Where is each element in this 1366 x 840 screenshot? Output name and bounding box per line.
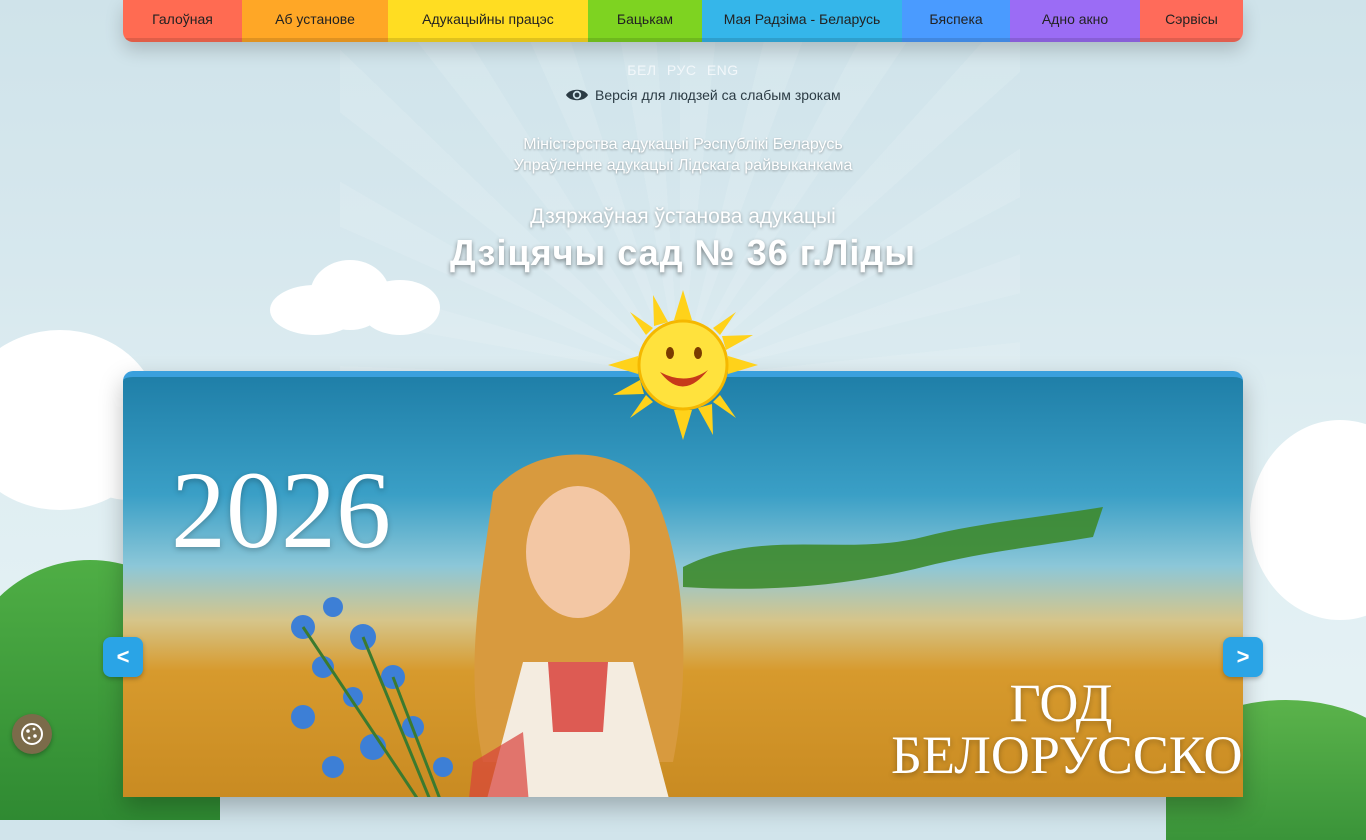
slide-year: 2026 bbox=[171, 449, 391, 571]
slide-caption: ГОД БЕЛОРУССКОЙ bbox=[891, 673, 1243, 785]
slide-caption-line: ГОД bbox=[1009, 673, 1113, 733]
cloud-decoration bbox=[360, 280, 440, 335]
nav-item-about[interactable]: Аб установе bbox=[242, 0, 388, 42]
ministry-info: Міністэрства адукацыі Рэспублікі Беларус… bbox=[0, 134, 1366, 176]
nav-item-education[interactable]: Адукацыйны працэс bbox=[388, 0, 588, 42]
slider-next-button[interactable]: > bbox=[1223, 637, 1263, 677]
nav-item-parents[interactable]: Бацькам bbox=[588, 0, 702, 42]
low-vision-link[interactable]: Версія для людзей са слабым зрокам bbox=[565, 87, 841, 103]
org-type: Дзяржаўная ўстанова адукацыі bbox=[530, 205, 836, 228]
nav-item-homeland[interactable]: Мая Радзіма - Беларусь bbox=[702, 0, 902, 42]
nav-item-safety[interactable]: Бяспека bbox=[902, 0, 1010, 42]
cookie-icon bbox=[21, 723, 43, 745]
language-switcher: БЕЛ РУС ENG bbox=[0, 62, 1366, 78]
lang-be-link[interactable]: БЕЛ bbox=[627, 62, 656, 78]
sun-mascot-icon bbox=[608, 290, 758, 440]
slide-caption-line: БЕЛОРУССКОЙ bbox=[891, 725, 1243, 785]
ribbon-decoration bbox=[683, 507, 1103, 589]
cookie-settings-button[interactable] bbox=[12, 714, 52, 754]
nav-item-services[interactable]: Сэрвісы bbox=[1140, 0, 1243, 42]
department-line: Упраўленне адукацыі Лідскага райвыканкам… bbox=[513, 157, 853, 174]
low-vision-label: Версія для людзей са слабым зрокам bbox=[595, 87, 841, 103]
nav-item-home[interactable]: Галоўная bbox=[123, 0, 242, 42]
page-title: Дзіцячы сад № 36 г.Ліды bbox=[450, 232, 916, 273]
nav-item-one-window[interactable]: Адно акно bbox=[1010, 0, 1140, 42]
eye-icon bbox=[566, 89, 588, 101]
slide-illustration-flowers bbox=[291, 597, 453, 797]
main-nav: Галоўная Аб установе Адукацыйны працэс Б… bbox=[123, 0, 1243, 42]
lang-ru-link[interactable]: РУС bbox=[667, 62, 697, 78]
ministry-line: Міністэрства адукацыі Рэспублікі Беларус… bbox=[523, 136, 843, 153]
slider-prev-button[interactable]: < bbox=[103, 637, 143, 677]
lang-en-link[interactable]: ENG bbox=[707, 62, 739, 78]
